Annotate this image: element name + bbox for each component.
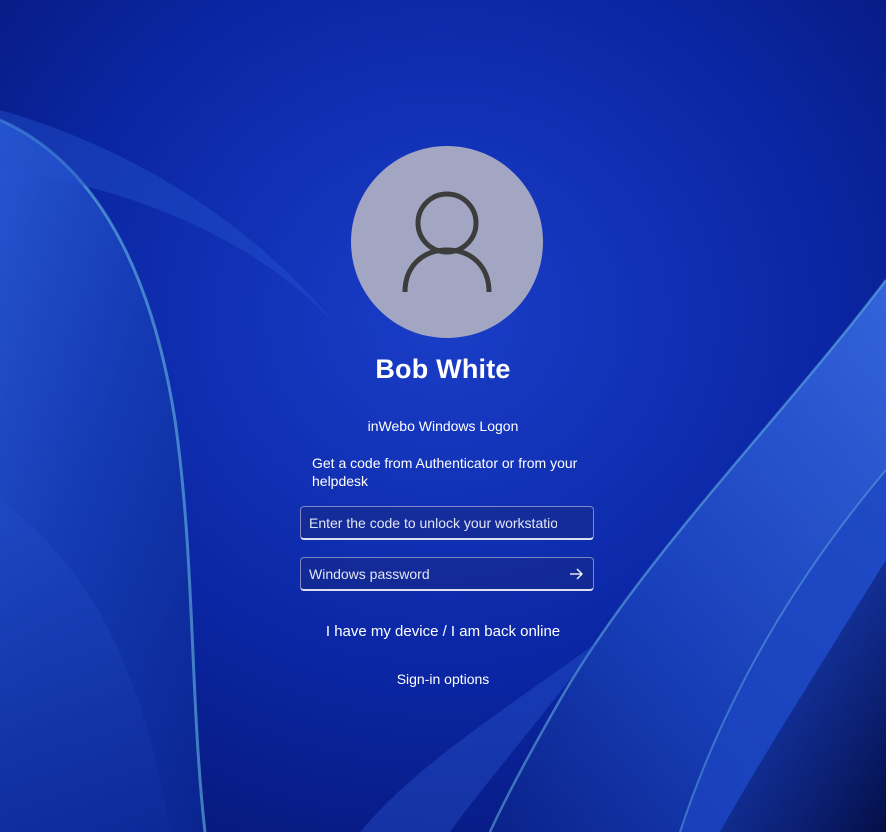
arrow-right-icon[interactable] [567,565,585,583]
lock-screen: Bob White inWebo Windows Logon Get a cod… [0,0,886,832]
unlock-code-input[interactable] [301,507,593,538]
sign-in-options-link[interactable]: Sign-in options [0,671,886,687]
unlock-code-field[interactable] [300,506,594,540]
instruction-text: Get a code from Authenticator or from yo… [312,455,578,489]
user-avatar [351,146,543,338]
bloom-wallpaper [0,0,886,832]
windows-password-input[interactable] [301,558,593,589]
credential-provider-title: inWebo Windows Logon [367,418,519,434]
person-icon [402,191,492,293]
back-online-link[interactable]: I have my device / I am back online [0,623,886,640]
user-name: Bob White [375,354,511,384]
windows-password-field[interactable] [300,557,594,591]
